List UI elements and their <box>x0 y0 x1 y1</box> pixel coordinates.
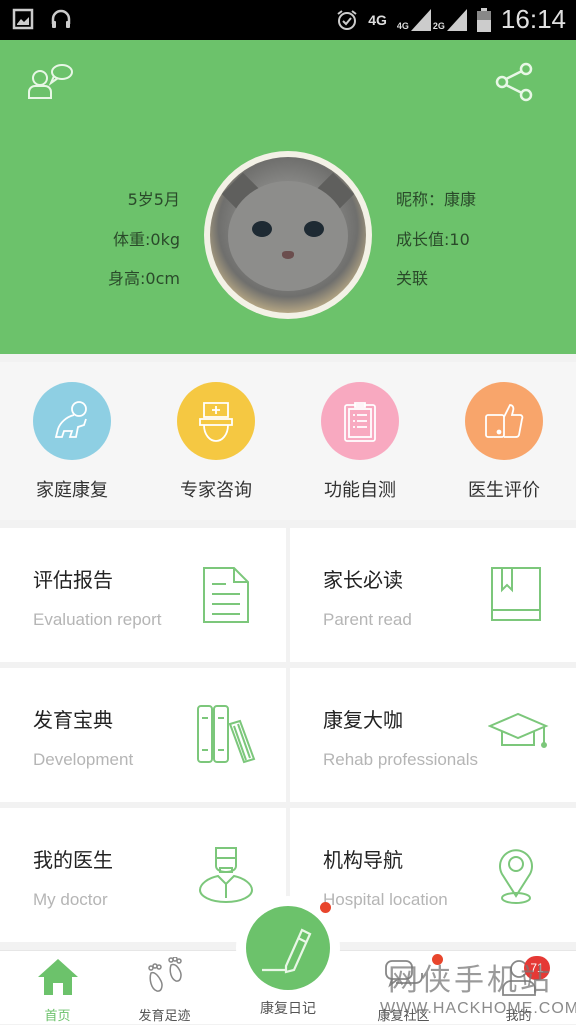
tab-home[interactable]: 首页 <box>0 951 115 1025</box>
card-title: 家长必读 <box>323 568 403 592</box>
status-bar: 4G 4G 2G 16:14 <box>0 0 576 40</box>
share-button[interactable] <box>494 62 534 102</box>
tab-rehab-community[interactable]: 康复社区 <box>346 951 461 1025</box>
doctor-icon <box>198 847 254 904</box>
quick-actions: 家庭康复 专家咨询 功能自测 医生评价 <box>0 362 576 520</box>
card-subtitle: Development <box>33 750 134 769</box>
books-icon <box>197 705 256 764</box>
footprints-icon <box>147 956 182 992</box>
quick-action-doctor-review[interactable]: 医生评价 <box>432 382 576 502</box>
signal-2g-icon <box>446 8 467 31</box>
tab-label: 康复日记 <box>260 1001 316 1017</box>
card-evaluation-report[interactable]: 评估报告 Evaluation report <box>0 528 286 662</box>
card-subtitle: Rehab professionals <box>323 750 478 769</box>
card-title: 康复大咖 <box>323 708 403 732</box>
avatar-photo <box>210 157 366 313</box>
alarm-icon <box>337 9 357 30</box>
community-notification-dot <box>432 954 443 965</box>
quick-action-label: 医生评价 <box>468 480 540 501</box>
tab-label: 康复社区 <box>377 1009 430 1024</box>
graduation-cap-icon <box>488 712 549 748</box>
card-title: 评估报告 <box>33 568 113 592</box>
crawling-baby-icon <box>54 401 87 438</box>
nickname-label: 昵称：康康 <box>396 190 477 209</box>
quick-action-label: 专家咨询 <box>180 480 252 501</box>
sim1-label: 4G <box>396 20 409 31</box>
pencil-icon <box>262 928 312 974</box>
profile-header: 5岁5月 体重:0kg 身高:0cm 昵称：康康 成长值:10 关联 <box>0 40 576 354</box>
clock: 16:14 <box>500 4 566 34</box>
diary-notification-dot <box>320 902 331 913</box>
image-icon <box>12 8 34 30</box>
card-subtitle: My doctor <box>33 890 108 909</box>
weight-label: 体重:0kg <box>113 230 180 249</box>
avatar[interactable] <box>204 151 372 319</box>
home-icon <box>37 959 78 995</box>
card-subtitle: Hospital location <box>323 890 448 909</box>
headphones-icon <box>51 9 71 28</box>
nurse-icon <box>199 402 233 442</box>
quick-action-label: 家庭康复 <box>36 480 108 501</box>
location-pin-icon <box>499 849 533 904</box>
document-icon <box>203 567 249 623</box>
network-4g-icon: 4G <box>368 11 387 28</box>
bookmark-book-icon <box>491 567 541 621</box>
tab-label: 发育足迹 <box>138 1009 191 1024</box>
clipboard-icon <box>344 402 376 442</box>
card-title: 机构导航 <box>323 848 403 872</box>
contacts-button[interactable] <box>26 62 76 102</box>
card-subtitle: Evaluation report <box>33 610 162 629</box>
card-development[interactable]: 发育宝典 Development <box>0 668 286 802</box>
chat-bubbles-icon <box>384 960 423 988</box>
link-account-link[interactable]: 关联 <box>396 265 428 289</box>
quick-action-self-test[interactable]: 功能自测 <box>288 382 432 502</box>
unread-badge: 71 <box>524 956 550 980</box>
card-title: 我的医生 <box>33 848 113 872</box>
tab-mine[interactable]: 我的 <box>461 951 576 1025</box>
contacts-chat-icon <box>28 64 73 99</box>
quick-action-expert-consult[interactable]: 专家咨询 <box>144 382 288 502</box>
growth-value-label: 成长值:10 <box>396 230 470 249</box>
tab-growth-footprints[interactable]: 发育足迹 <box>107 951 222 1025</box>
age-label: 5岁5月 <box>127 190 180 209</box>
card-parent-read[interactable]: 家长必读 Parent read <box>290 528 576 662</box>
sim2-label: 2G <box>432 20 445 31</box>
card-subtitle: Parent read <box>323 610 412 629</box>
share-icon <box>495 62 533 102</box>
signal-4g-icon <box>410 8 431 31</box>
tab-label: 首页 <box>44 1009 71 1024</box>
battery-icon <box>476 7 491 32</box>
quick-action-home-rehab[interactable]: 家庭康复 <box>0 382 144 502</box>
thumbs-up-icon <box>485 404 524 438</box>
card-rehab-professionals[interactable]: 康复大咖 Rehab professionals <box>290 668 576 802</box>
height-label: 身高:0cm <box>108 269 180 288</box>
card-title: 发育宝典 <box>33 708 113 732</box>
tab-label: 我的 <box>505 1009 532 1024</box>
quick-action-label: 功能自测 <box>324 480 396 501</box>
